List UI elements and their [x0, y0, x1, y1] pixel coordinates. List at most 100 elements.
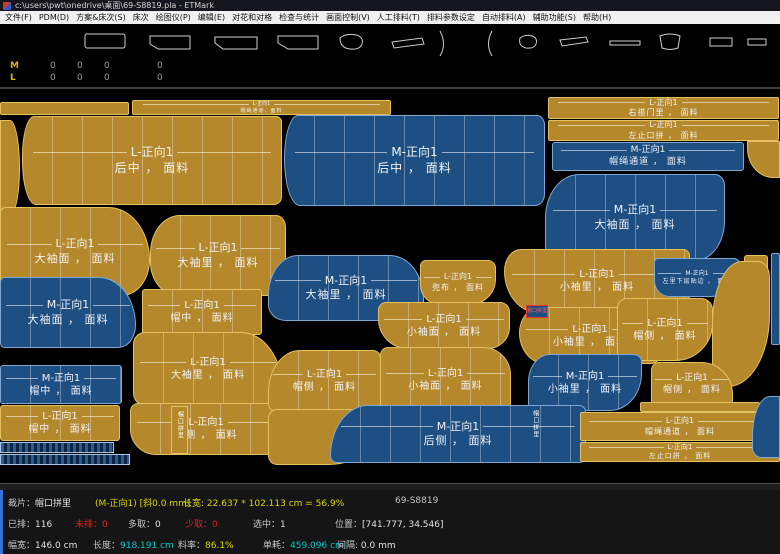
piece-thumbnail-toolbar: [0, 25, 780, 59]
status-field: 幅宽：146.0 cm: [8, 538, 77, 551]
pattern-thumbnail-icon[interactable]: [710, 38, 732, 46]
piece-size-label: L-正向1: [56, 237, 95, 251]
pattern-piece[interactable]: M-正向1小袖里 ， 面料: [528, 354, 642, 411]
piece-size-label: M-正向1: [42, 372, 81, 385]
menu-item-2[interactable]: PDM(D): [39, 13, 69, 22]
pattern-piece[interactable]: [0, 102, 129, 115]
menu-item-5[interactable]: 绘图仪(P): [156, 12, 191, 23]
status-field-value: 69-S8819: [395, 496, 438, 506]
statusbar-divider: [0, 483, 780, 490]
pattern-piece[interactable]: 帽口拼里: [171, 406, 188, 454]
pattern-thumbnail-icon[interactable]: [150, 36, 190, 49]
menu-item-11[interactable]: 排料参数设定: [427, 12, 475, 23]
pattern-piece[interactable]: L-正向1左止口拼 ， 面料: [580, 442, 780, 462]
status-field: 69-S8819: [395, 496, 438, 506]
piece-name-label: 大袖面 ， 面料: [28, 313, 109, 327]
pattern-piece[interactable]: M-正向1后中 ， 面料: [284, 115, 545, 206]
piece-vertical-label: 帽口拼里: [531, 410, 539, 438]
status-field-value: 0: [102, 520, 108, 530]
pattern-piece[interactable]: [747, 141, 780, 178]
pattern-thumbnail-icon[interactable]: [215, 37, 257, 49]
menu-item-4[interactable]: 床次: [133, 12, 149, 23]
menu-item-8[interactable]: 检查与统计: [279, 12, 319, 23]
status-field: 长宽: 22.637 * 102.113 cm = 56.9%: [183, 496, 344, 509]
pattern-piece[interactable]: [640, 402, 760, 412]
pattern-piece[interactable]: L-正向1后中 ， 面料: [22, 116, 282, 205]
pattern-piece[interactable]: L-正向1帽中 ， 面料: [142, 289, 262, 335]
pattern-piece[interactable]: [0, 442, 114, 453]
menu-item-12[interactable]: 自动排料(A): [482, 12, 526, 23]
pattern-thumbnails: [0, 25, 780, 59]
piece-count: 0: [157, 61, 163, 72]
pattern-piece[interactable]: L-正向1帽侧 ， 面料: [617, 298, 713, 361]
piece-size-label: L-正向1: [190, 356, 225, 369]
piece-name-label: 帽绳通道 ， 面料: [609, 157, 687, 169]
pattern-piece[interactable]: M-正向1后侧 ， 面料 帽口拼里: [330, 405, 586, 463]
pattern-piece[interactable]: L-正向1帽侧 ， 面料: [268, 350, 381, 412]
piece-name-label: 帽侧 ， 面料: [293, 381, 356, 394]
piece-size-label: L-正向1: [184, 299, 219, 312]
menu-item-13[interactable]: 辅助功能(S): [533, 12, 576, 23]
piece-name-label: 左止口拼 ， 面料: [628, 131, 698, 141]
status-field: 少取：0: [185, 517, 218, 530]
pattern-thumbnail-icon[interactable]: [748, 39, 766, 45]
pattern-piece[interactable]: [0, 120, 20, 216]
piece-size-label: L-正向1: [131, 145, 173, 161]
pattern-piece[interactable]: L-正向1帽中 ， 面料: [0, 405, 120, 441]
etmark-app: { "title_bar": { "title": "c:\\users\\pw…: [0, 0, 780, 550]
pattern-piece[interactable]: L-正向1兜布 ， 面料: [420, 260, 496, 305]
pattern-piece[interactable]: L-正向1左止口拼 ， 面料: [548, 120, 779, 141]
piece-size-label: L-正向1: [426, 313, 461, 326]
pattern-piece[interactable]: M-正向1帽绳通道 ， 面料: [552, 142, 744, 171]
pattern-thumbnail-icon[interactable]: [440, 31, 444, 56]
pattern-piece[interactable]: L-正向1右搭门里 ， 面料: [548, 97, 779, 119]
piece-size-label: M-正向1: [437, 420, 479, 434]
pattern-piece-selected[interactable]: 帽口拼里: [526, 305, 548, 318]
piece-name-label: 大袖面 ， 面料: [595, 218, 676, 232]
status-row3: 幅宽：146.0 cm长度：918.191 cm料率：86.1%单耗：459.0…: [0, 538, 780, 550]
status-field-value: (M-正向1) [斜0.0 mm]: [95, 499, 190, 509]
pattern-piece[interactable]: L-正向1帽绳通道 ， 面料: [580, 412, 780, 441]
nesting-canvas[interactable]: L-正向1帽绳通道，面料L-正向1右搭门里 ， 面料L-正向1左止口拼 ， 面料…: [0, 89, 780, 483]
pattern-thumbnail-icon[interactable]: [489, 31, 493, 56]
piece-name-label: 左止口拼 ， 面料: [649, 452, 711, 461]
pattern-piece[interactable]: [0, 454, 130, 465]
pattern-thumbnail-icon[interactable]: [85, 34, 125, 48]
menu-item-6[interactable]: 编辑(E): [198, 12, 225, 23]
pattern-thumbnail-icon[interactable]: [520, 35, 537, 48]
pattern-piece[interactable]: M-正向1大袖面 ， 面料: [0, 277, 136, 348]
pattern-piece[interactable]: L-正向1大袖里 ， 面料: [133, 332, 283, 405]
menu-item-3[interactable]: 方案&床次(S): [76, 12, 126, 23]
pattern-thumbnail-icon[interactable]: [610, 41, 640, 45]
pattern-thumbnail-icon[interactable]: [660, 34, 680, 50]
size-row-label[interactable]: L: [10, 73, 16, 84]
pattern-piece[interactable]: L-正向1后侧 ， 面料: [130, 403, 282, 455]
status-row1: 裁片：帽口拼里 (M-正向1) [斜0.0 mm]长宽: 22.637 * 102…: [0, 496, 780, 508]
size-row-label[interactable]: M: [10, 61, 19, 72]
piece-name-label: 后侧 ， 面料: [424, 434, 493, 448]
menu-item-14[interactable]: 帮助(H): [583, 12, 611, 23]
menu-item-10[interactable]: 人工排料(T): [377, 12, 420, 23]
pattern-piece[interactable]: L-正向1大袖里 ， 面料: [150, 215, 286, 296]
menu-item-7[interactable]: 对花和对格: [232, 12, 272, 23]
pattern-piece[interactable]: [771, 253, 780, 345]
menu-item-1[interactable]: 文件(F): [5, 12, 32, 23]
pattern-thumbnail-icon[interactable]: [392, 38, 424, 48]
piece-size-label: L-正向1: [428, 367, 463, 380]
app-icon: [3, 2, 11, 10]
status-field: 未排：0: [75, 517, 108, 530]
pattern-piece[interactable]: L-正向1帽绳通道，面料: [132, 100, 391, 115]
piece-size-label: L-正向1: [42, 410, 77, 423]
size-count-panel: M0000L0000: [0, 59, 780, 89]
pattern-piece[interactable]: M-正向1帽中 ， 面料: [0, 365, 122, 404]
pattern-thumbnail-icon[interactable]: [278, 36, 318, 49]
piece-name-label: 帽侧 ， 面料: [663, 385, 721, 397]
status-field: 裁片：帽口拼里: [8, 496, 71, 509]
menu-item-9[interactable]: 画面控制(V): [326, 12, 370, 23]
pattern-piece[interactable]: L-正向1小袖面 ， 面料: [380, 347, 511, 413]
pattern-thumbnail-icon[interactable]: [560, 37, 588, 46]
pattern-thumbnail-icon[interactable]: [340, 34, 362, 49]
piece-size-label: L-正向1: [649, 120, 677, 130]
pattern-piece[interactable]: M-正向1大袖面 ， 面料: [545, 174, 725, 261]
pattern-piece[interactable]: L-正向1小袖面 ， 面料: [378, 302, 510, 349]
